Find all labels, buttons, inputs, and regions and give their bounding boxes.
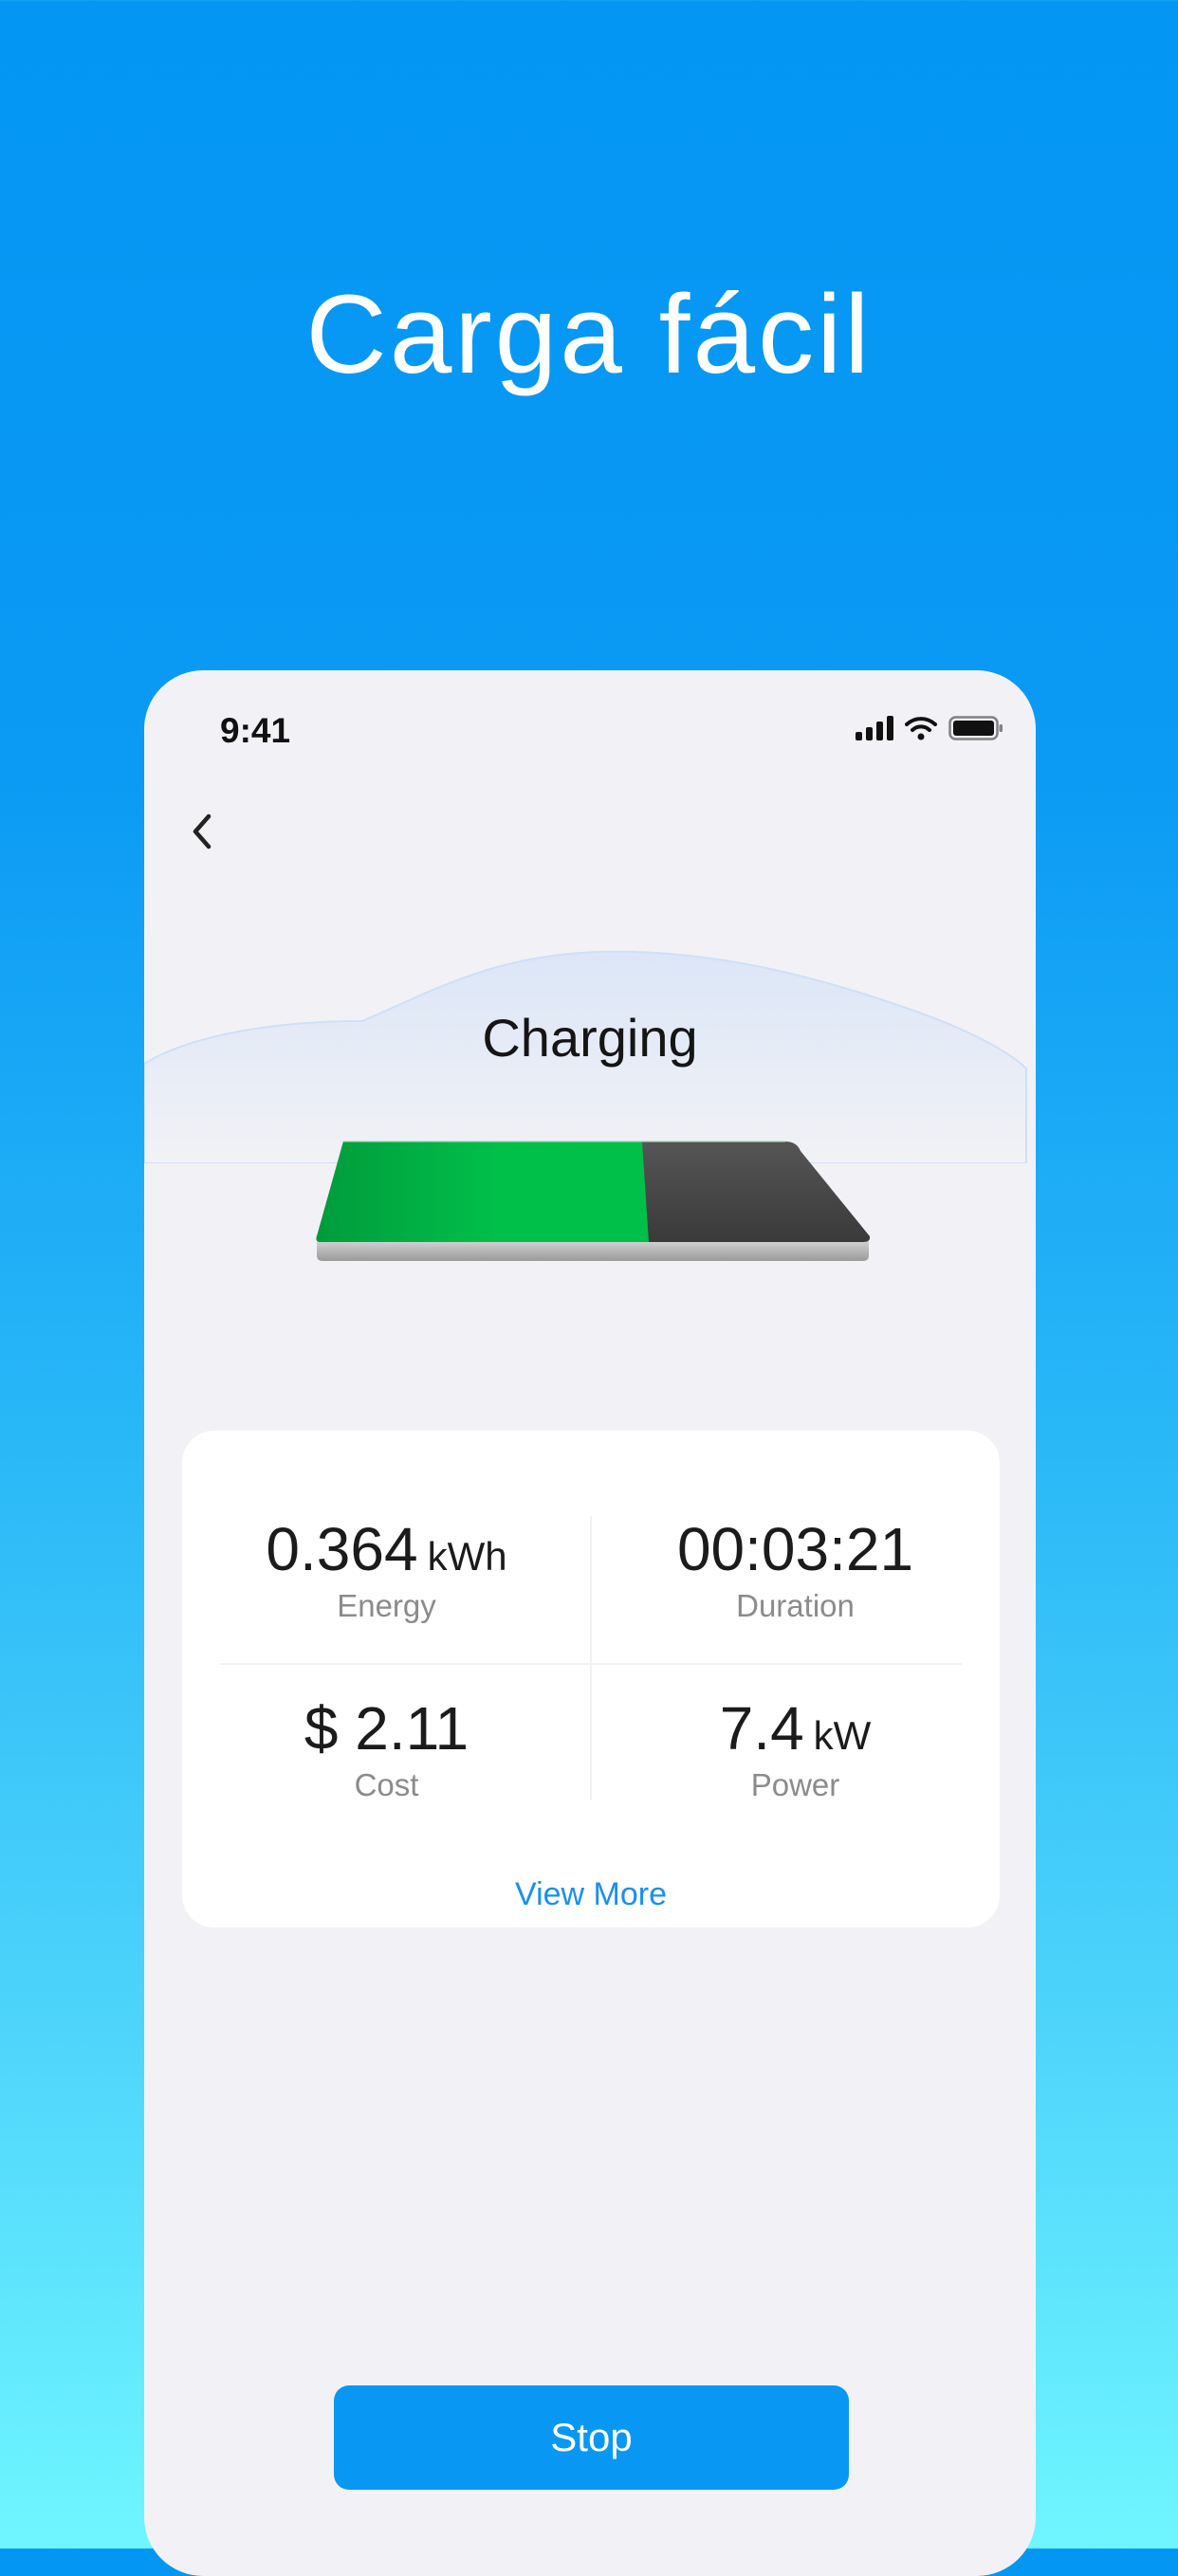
energy-label: Energy <box>337 1588 436 1623</box>
power-label: Power <box>750 1767 840 1802</box>
stats-divider-horizontal <box>220 1663 962 1665</box>
energy-value: 0.364 <box>266 1515 418 1583</box>
energy-unit: kWh <box>427 1534 507 1579</box>
screen-title: Charging <box>482 1008 698 1068</box>
status-time: 9:41 <box>220 711 291 750</box>
phone-screen: 9:41 Charging 0.364 kWh Energy 00:03:21 … <box>144 670 1036 2576</box>
signal-icon <box>856 716 893 740</box>
battery-level-graphic <box>316 1141 871 1261</box>
stop-button[interactable]: Stop <box>334 2385 849 2490</box>
wifi-icon <box>905 717 937 740</box>
stat-cost: $ 2.11 Cost <box>182 1693 591 1803</box>
chevron-left-icon <box>193 813 212 850</box>
duration-label: Duration <box>736 1588 855 1623</box>
power-value: 7.4 <box>719 1694 804 1763</box>
duration-value: 00:03:21 <box>676 1515 914 1583</box>
cost-value: $ 2.11 <box>304 1694 469 1763</box>
charging-stats-card: 0.364 kWh Energy 00:03:21 Duration $ 2.11… <box>182 1431 1000 1927</box>
power-unit: kW <box>813 1713 872 1758</box>
promo-headline: Carga fácil <box>305 272 873 397</box>
stat-power: 7.4 kW Power <box>591 1693 1000 1803</box>
stat-duration: 00:03:21 Duration <box>591 1514 1000 1624</box>
view-more-link[interactable]: View More <box>182 1876 1000 1913</box>
cost-label: Cost <box>354 1767 419 1802</box>
back-button[interactable] <box>180 803 228 860</box>
stat-energy: 0.364 kWh Energy <box>182 1514 591 1624</box>
status-icons <box>856 716 1003 740</box>
battery-icon <box>948 716 1003 740</box>
